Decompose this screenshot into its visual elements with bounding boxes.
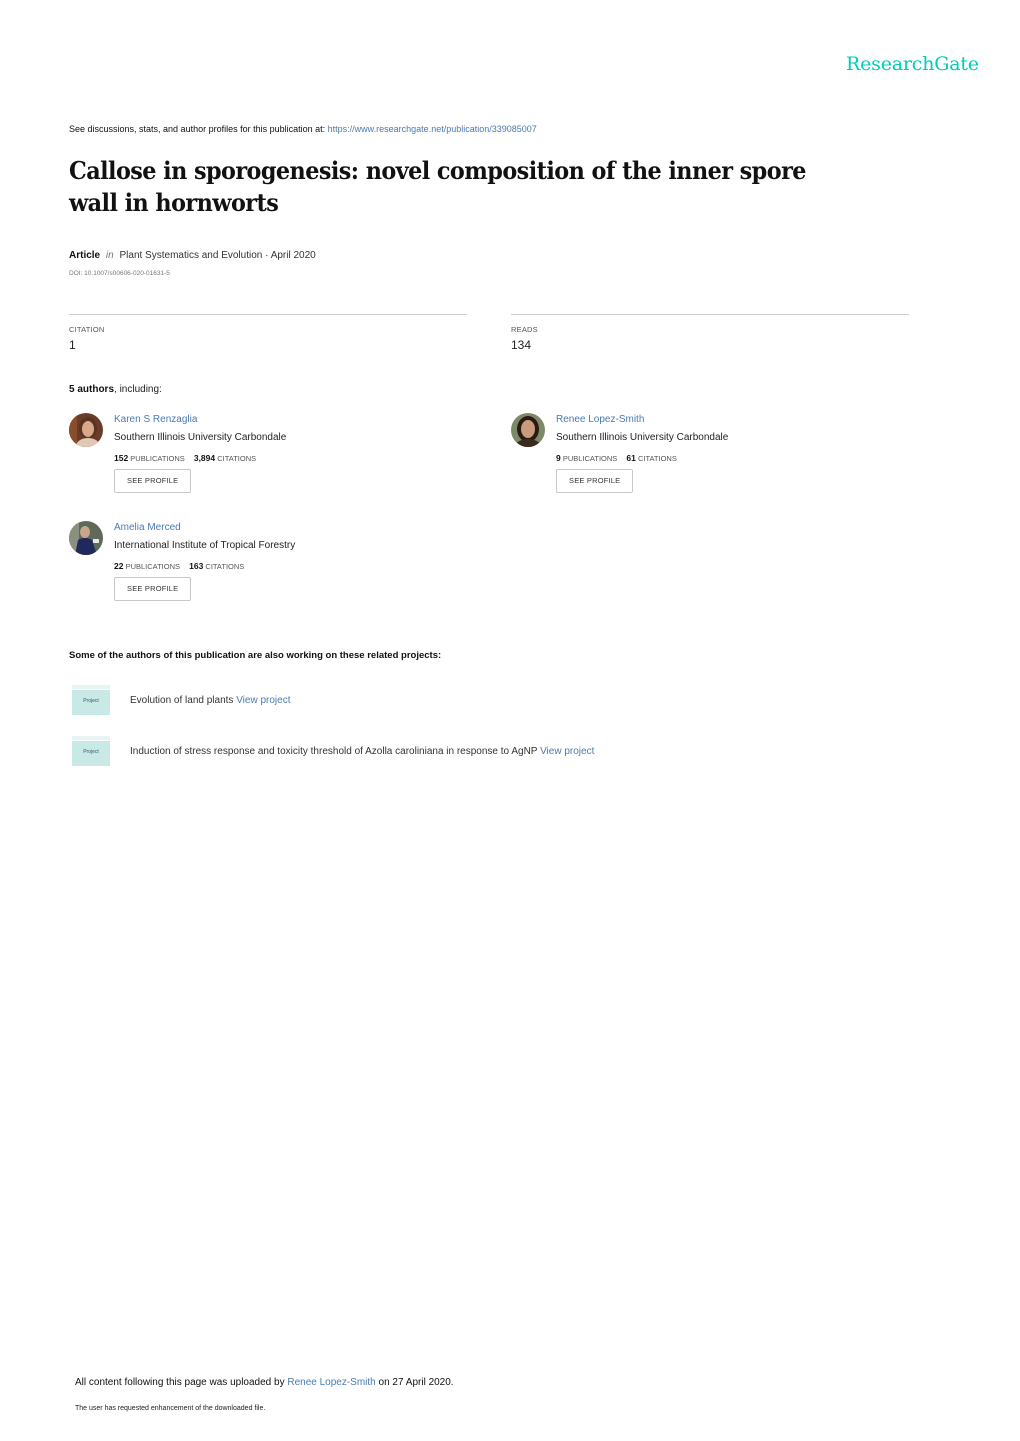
upload-suffix: on 27 April 2020. <box>375 1377 454 1388</box>
author-card: Karen S Renzaglia Southern Illinois Univ… <box>69 413 469 513</box>
project-text: Induction of stress response and toxicit… <box>130 746 594 757</box>
project-item: Project Evolution of land plants View pr… <box>72 685 772 715</box>
publications-count: 152 <box>114 453 129 463</box>
project-icon-label: Project <box>83 749 99 755</box>
avatar-photo-icon <box>511 413 545 447</box>
researchgate-logo[interactable]: ResearchGate <box>846 53 979 75</box>
author-counts: 9 PUBLICATIONS 61 CITATIONS <box>556 453 677 463</box>
see-discussions-line: See discussions, stats, and author profi… <box>69 124 537 134</box>
project-text: Evolution of land plants View project <box>130 695 290 706</box>
author-counts: 152 PUBLICATIONS 3,894 CITATIONS <box>114 453 256 463</box>
project-folder-icon: Project <box>72 736 110 766</box>
publication-date: April 2020 <box>270 250 316 261</box>
author-institution: Southern Illinois University Carbondale <box>556 432 729 443</box>
view-project-link[interactable]: View project <box>236 695 290 706</box>
publications-count: 9 <box>556 453 561 463</box>
citations-count: 3,894 <box>193 453 216 463</box>
publication-url-link[interactable]: https://www.researchgate.net/publication… <box>328 124 537 134</box>
publication-meta: Article in Plant Systematics and Evoluti… <box>69 250 316 261</box>
author-card: Amelia Merced International Institute of… <box>69 521 469 621</box>
author-avatar[interactable] <box>69 413 103 447</box>
avatar-photo-icon <box>69 521 103 555</box>
author-institution: International Institute of Tropical Fore… <box>114 540 296 551</box>
project-title: Evolution of land plants <box>130 695 234 706</box>
author-institution: Southern Illinois University Carbondale <box>114 432 287 443</box>
publications-label: PUBLICATIONS <box>130 454 185 463</box>
citations-label: CITATIONS <box>637 454 677 463</box>
date-separator: · <box>262 250 271 261</box>
view-project-link[interactable]: View project <box>540 746 594 757</box>
publication-title: Callose in sporogenesis: novel compositi… <box>69 156 806 217</box>
see-profile-button[interactable]: SEE PROFILE <box>556 469 634 493</box>
enhancement-request-note: The user has requested enhancement of th… <box>75 1405 266 1412</box>
journal-name: Plant Systematics and Evolution <box>119 250 263 261</box>
citations-count: 163 <box>189 561 204 571</box>
citation-label: CITATION <box>69 325 105 334</box>
see-profile-button[interactable]: SEE PROFILE <box>114 577 192 601</box>
author-name-link[interactable]: Renee Lopez-Smith <box>556 414 644 425</box>
author-counts: 22 PUBLICATIONS 163 CITATIONS <box>114 561 244 571</box>
citations-count: 61 <box>626 453 636 463</box>
project-item: Project Induction of stress response and… <box>72 736 772 766</box>
in-word: in <box>105 250 114 261</box>
publications-label: PUBLICATIONS <box>125 562 181 571</box>
author-name-link[interactable]: Amelia Merced <box>114 522 181 533</box>
authors-suffix: , including: <box>114 384 162 395</box>
related-projects-heading: Some of the authors of this publication … <box>69 650 442 661</box>
project-icon-label: Project <box>83 698 99 704</box>
author-avatar[interactable] <box>511 413 545 447</box>
uploader-link[interactable]: Renee Lopez-Smith <box>287 1377 375 1388</box>
citations-label: CITATIONS <box>217 454 257 463</box>
authors-heading: 5 authors, including: <box>69 384 162 395</box>
authors-count: 5 authors <box>69 384 115 395</box>
author-name-link[interactable]: Karen S Renzaglia <box>114 414 197 425</box>
avatar-photo-icon <box>69 413 103 447</box>
see-discussions-text: See discussions, stats, and author profi… <box>69 124 328 134</box>
upload-info: All content following this page was uplo… <box>75 1377 454 1388</box>
citation-value: 1 <box>69 338 76 352</box>
upload-prefix: All content following this page was uplo… <box>75 1377 288 1388</box>
publications-label: PUBLICATIONS <box>562 454 618 463</box>
publication-type: Article <box>69 250 101 261</box>
author-avatar[interactable] <box>69 521 103 555</box>
publications-count: 22 <box>114 561 124 571</box>
citations-label: CITATIONS <box>205 562 245 571</box>
project-folder-icon: Project <box>72 685 110 715</box>
reads-label: READS <box>511 325 538 334</box>
doi: DOI: 10.1007/s00606-020-01631-5 <box>69 270 170 277</box>
reads-stat: READS 134 <box>511 314 909 352</box>
citation-stat: CITATION 1 <box>69 314 467 352</box>
author-card: Renee Lopez-Smith Southern Illinois Univ… <box>511 413 911 513</box>
project-title: Induction of stress response and toxicit… <box>130 746 538 757</box>
reads-value: 134 <box>511 338 532 352</box>
see-profile-button[interactable]: SEE PROFILE <box>114 469 192 493</box>
